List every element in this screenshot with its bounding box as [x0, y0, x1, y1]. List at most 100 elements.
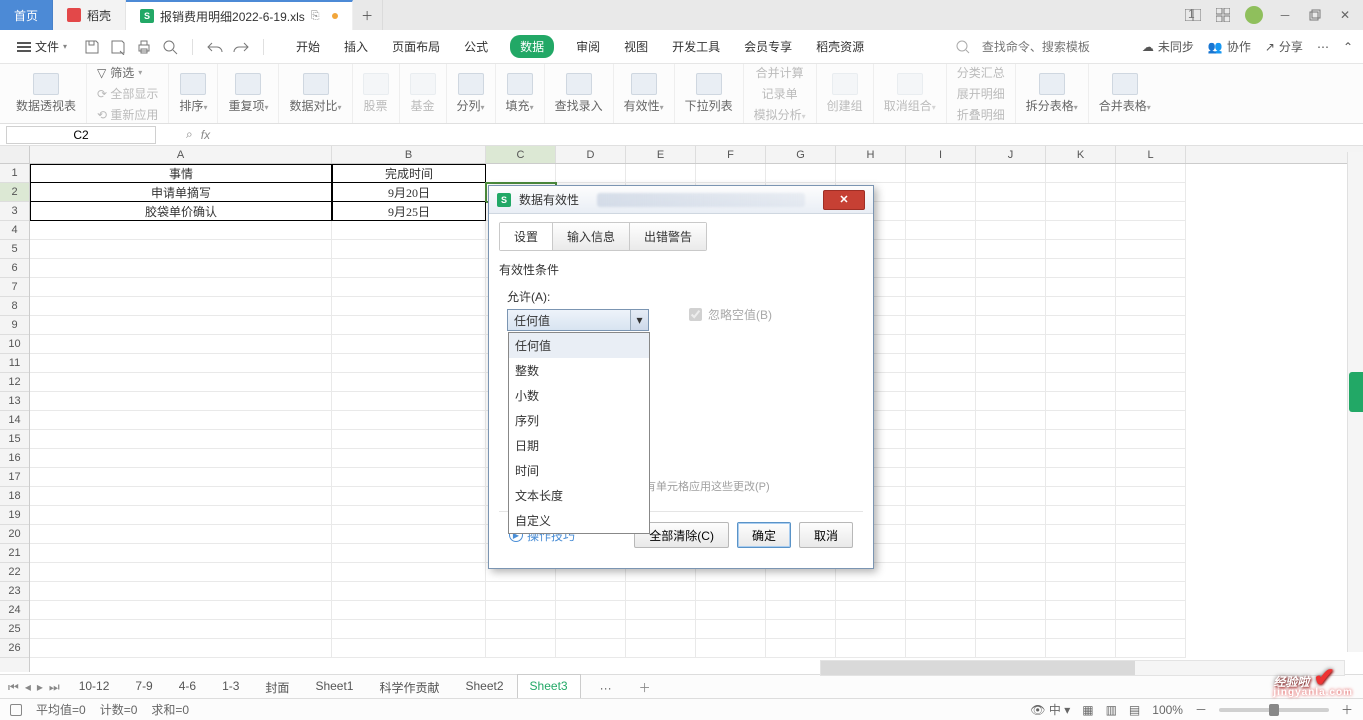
- cell[interactable]: 9月25日: [332, 202, 486, 221]
- cell[interactable]: 申请单摘写: [30, 183, 332, 202]
- cell[interactable]: [766, 620, 836, 639]
- cell[interactable]: [486, 582, 556, 601]
- row-header[interactable]: 5: [0, 240, 29, 259]
- zoom-label[interactable]: 100%: [1152, 703, 1183, 717]
- row-header[interactable]: 1: [0, 164, 29, 183]
- pivot-button[interactable]: 数据透视表: [6, 64, 87, 123]
- sheet-tab[interactable]: 4-6: [166, 674, 209, 701]
- consol-button[interactable]: 合并计算: [756, 64, 804, 81]
- tab-data[interactable]: 数据: [510, 35, 554, 58]
- sheet-tab[interactable]: Sheet1: [302, 674, 366, 701]
- mergetbl-button[interactable]: 合并表格▾: [1089, 64, 1161, 123]
- cell[interactable]: [976, 278, 1046, 297]
- tab-next-icon[interactable]: ▸: [37, 680, 43, 695]
- view-normal-icon[interactable]: ▦: [1082, 703, 1093, 717]
- cell[interactable]: [626, 620, 696, 639]
- cell[interactable]: [30, 240, 332, 259]
- splittbl-button[interactable]: 拆分表格▾: [1016, 64, 1089, 123]
- cell[interactable]: [1046, 639, 1116, 658]
- findrec-button[interactable]: 查找录入: [545, 64, 614, 123]
- col-header-A[interactable]: A: [30, 146, 332, 163]
- cell[interactable]: [1116, 411, 1186, 430]
- cell[interactable]: [486, 601, 556, 620]
- cell[interactable]: [976, 487, 1046, 506]
- cell[interactable]: [906, 316, 976, 335]
- cell[interactable]: [1046, 221, 1116, 240]
- cell[interactable]: [1116, 164, 1186, 183]
- cell[interactable]: [906, 259, 976, 278]
- cell[interactable]: [30, 582, 332, 601]
- stock-button[interactable]: 股票: [353, 64, 400, 123]
- cell[interactable]: [1046, 373, 1116, 392]
- cell[interactable]: [30, 354, 332, 373]
- cell[interactable]: [332, 639, 486, 658]
- cell[interactable]: [696, 639, 766, 658]
- cell[interactable]: [696, 164, 766, 183]
- tab-daoke[interactable]: 稻壳: [53, 0, 126, 30]
- cell[interactable]: [976, 563, 1046, 582]
- cell[interactable]: [906, 468, 976, 487]
- add-sheet-button[interactable]: ＋: [631, 675, 659, 700]
- cell[interactable]: [836, 620, 906, 639]
- undo-icon[interactable]: [207, 40, 223, 54]
- cell[interactable]: [1046, 411, 1116, 430]
- cell[interactable]: [906, 506, 976, 525]
- cell[interactable]: 事情: [30, 164, 332, 183]
- cell[interactable]: [696, 601, 766, 620]
- tab-review[interactable]: 审阅: [574, 34, 602, 59]
- sheet-tab[interactable]: Sheet2: [453, 674, 517, 701]
- cell[interactable]: [976, 354, 1046, 373]
- cell[interactable]: [1116, 316, 1186, 335]
- row-header[interactable]: 22: [0, 563, 29, 582]
- validity-button[interactable]: 有效性▾: [614, 64, 675, 123]
- cell[interactable]: [1046, 335, 1116, 354]
- cell[interactable]: [332, 582, 486, 601]
- cell[interactable]: [906, 639, 976, 658]
- cell[interactable]: [30, 487, 332, 506]
- tab-dev[interactable]: 开发工具: [670, 34, 722, 59]
- cancel-button[interactable]: 取消: [799, 522, 853, 548]
- cell[interactable]: [1116, 335, 1186, 354]
- cell[interactable]: [1046, 259, 1116, 278]
- col-header-L[interactable]: L: [1116, 146, 1186, 163]
- cell[interactable]: [1046, 297, 1116, 316]
- row-header[interactable]: 14: [0, 411, 29, 430]
- zoom-slider[interactable]: [1219, 708, 1329, 712]
- cell[interactable]: [976, 240, 1046, 259]
- sheet-tab[interactable]: 科学作贡献: [366, 674, 452, 701]
- cell[interactable]: [1046, 316, 1116, 335]
- preview-icon[interactable]: [162, 39, 178, 55]
- split-button[interactable]: 分列▾: [447, 64, 496, 123]
- dialog-close-button[interactable]: ✕: [823, 190, 865, 210]
- cell[interactable]: [626, 639, 696, 658]
- row-header[interactable]: 23: [0, 582, 29, 601]
- dropdown-button[interactable]: 下拉列表: [675, 64, 744, 123]
- select-all-corner[interactable]: [0, 146, 29, 164]
- cell[interactable]: [1116, 468, 1186, 487]
- cell[interactable]: [332, 563, 486, 582]
- view-page-icon[interactable]: ▥: [1106, 703, 1117, 717]
- cell[interactable]: [332, 620, 486, 639]
- record-macro-icon[interactable]: [10, 704, 22, 716]
- row-header[interactable]: 2: [0, 183, 29, 202]
- cell[interactable]: [1046, 354, 1116, 373]
- cell[interactable]: [976, 183, 1046, 202]
- cell[interactable]: [30, 259, 332, 278]
- cell[interactable]: [30, 449, 332, 468]
- cell[interactable]: [1116, 354, 1186, 373]
- cell[interactable]: 胶袋单价确认: [30, 202, 332, 221]
- tab-first-icon[interactable]: ⏮: [8, 680, 19, 695]
- cell[interactable]: [1116, 297, 1186, 316]
- cell[interactable]: [976, 259, 1046, 278]
- cell[interactable]: [1046, 278, 1116, 297]
- cell[interactable]: [1046, 601, 1116, 620]
- command-search-input[interactable]: [982, 40, 1132, 54]
- sheet-tab[interactable]: 10-12: [66, 674, 123, 701]
- row-header[interactable]: 6: [0, 259, 29, 278]
- cell[interactable]: [626, 164, 696, 183]
- tab-more[interactable]: ···: [587, 676, 625, 700]
- tab-document[interactable]: S 报销费用明细2022-6-19.xls ⎘: [126, 0, 353, 30]
- row-header[interactable]: 19: [0, 506, 29, 525]
- row-header[interactable]: 26: [0, 639, 29, 658]
- cell[interactable]: [976, 335, 1046, 354]
